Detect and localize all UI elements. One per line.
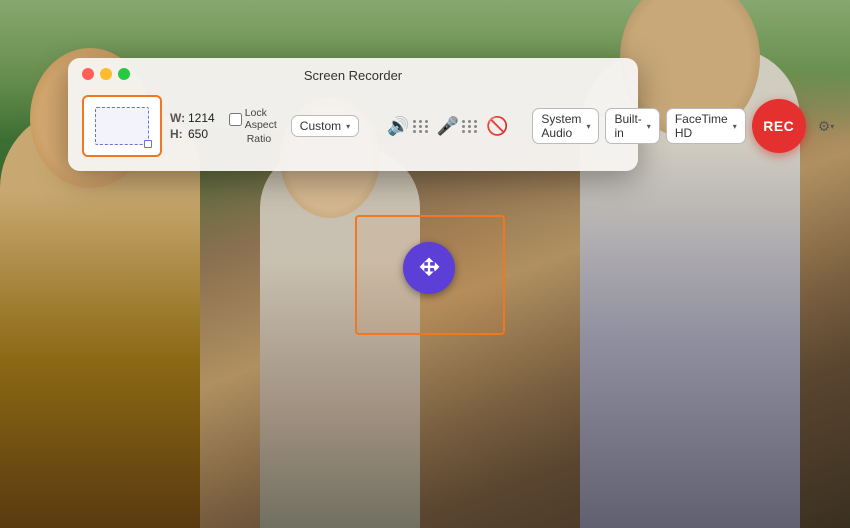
system-audio-label: System Audio [541, 112, 581, 140]
dialog-title: Screen Recorder [304, 68, 402, 83]
mic-group: 🎤 [437, 116, 478, 137]
camera-icons: 🚫 [486, 116, 508, 137]
capture-area-preview[interactable] [82, 95, 162, 157]
preset-dropdown[interactable]: Custom ▾ [291, 115, 359, 137]
lock-aspect-checkbox[interactable] [229, 113, 242, 126]
camera-group: 🚫 [486, 116, 508, 137]
settings-group[interactable]: ⚙▾ [818, 118, 835, 135]
lock-aspect-label: Lock Aspect [245, 107, 277, 131]
right-section: System Audio ▾ Built-in ▾ FaceTime HD ▾ … [532, 99, 834, 153]
facetime-dropdown[interactable]: FaceTime HD ▾ [666, 108, 746, 144]
builtin-arrow: ▾ [647, 122, 651, 131]
move-handle[interactable] [403, 242, 455, 294]
left-section: W: 1214 H: 650 Lock Aspect Ratio [82, 95, 277, 157]
lock-aspect-container: Lock Aspect Ratio [229, 107, 277, 145]
dialog-titlebar: Screen Recorder [68, 58, 638, 89]
recorder-dialog: Screen Recorder W: 1214 H: 650 [68, 58, 638, 171]
speaker-icon: 🔊 [387, 116, 409, 137]
facetime-arrow: ▾ [733, 122, 737, 131]
rec-label: REC [763, 118, 794, 134]
resize-handle[interactable] [144, 140, 152, 148]
facetime-label: FaceTime HD [675, 112, 728, 140]
rec-button[interactable]: REC [752, 99, 806, 153]
preset-dropdown-label: Custom [300, 119, 341, 133]
move-icon [415, 254, 443, 282]
traffic-lights [82, 68, 130, 80]
character-left [0, 108, 200, 528]
system-audio-dropdown[interactable]: System Audio ▾ [532, 108, 599, 144]
mic-icon: 🎤 [437, 116, 459, 137]
speaker-dots [413, 120, 429, 133]
width-label: W: [170, 111, 184, 125]
system-audio-icons: 🔊 [387, 116, 428, 137]
builtin-dropdown[interactable]: Built-in ▾ [605, 108, 659, 144]
width-value: 1214 [188, 111, 215, 125]
close-button[interactable] [82, 68, 94, 80]
dialog-controls: W: 1214 H: 650 Lock Aspect Ratio Cus [68, 89, 638, 171]
minimize-button[interactable] [100, 68, 112, 80]
mic-icons: 🎤 [437, 116, 478, 137]
system-audio-group: 🔊 [387, 116, 428, 137]
mic-dots [462, 120, 478, 133]
system-audio-arrow: ▾ [586, 122, 590, 131]
height-value: 650 [188, 127, 208, 141]
width-row: W: 1214 [170, 111, 215, 125]
lock-row: Lock Aspect [229, 107, 277, 131]
preset-dropdown-wrapper[interactable]: Custom ▾ [291, 115, 359, 137]
preview-inner-rect [95, 107, 149, 145]
maximize-button[interactable] [118, 68, 130, 80]
height-row: H: 650 [170, 127, 215, 141]
dimensions-panel: W: 1214 H: 650 [170, 111, 215, 141]
height-label: H: [170, 127, 184, 141]
builtin-label: Built-in [614, 112, 641, 140]
character-center [260, 148, 420, 528]
settings-gear-icon[interactable]: ⚙▾ [818, 118, 835, 135]
camera-icon: 🚫 [486, 116, 508, 137]
ratio-label: Ratio [229, 133, 272, 145]
preset-dropdown-arrow: ▾ [346, 122, 350, 131]
